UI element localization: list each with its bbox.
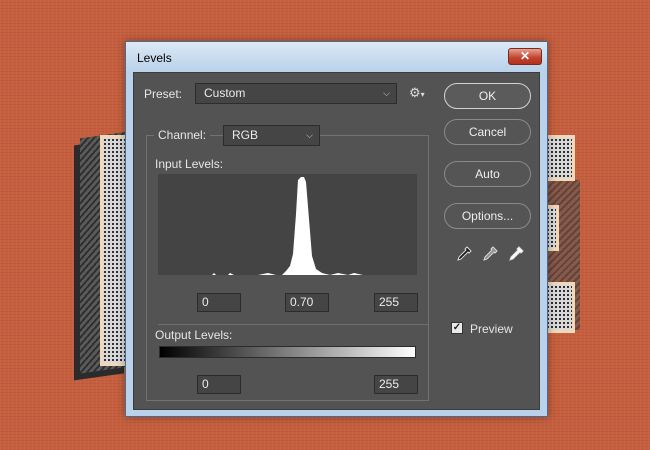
preset-label: Preset: [144,87,183,101]
close-button[interactable]: ✕ [508,48,542,65]
preview-checkbox[interactable]: ✓ [451,322,463,334]
divider [158,324,428,325]
output-white-field[interactable]: 255 [374,375,418,394]
preset-options-gear-icon[interactable]: ⚙▾ [409,85,425,101]
auto-button[interactable]: Auto [444,161,531,187]
channel-label: Channel: [154,128,211,142]
output-levels-label: Output Levels: [155,328,233,342]
window-title: Levels [137,51,172,65]
title-bar[interactable]: Levels ✕ [126,42,547,72]
output-black-field[interactable]: 0 [197,375,241,394]
output-gradient-bar [159,346,416,358]
input-black-field[interactable]: 0 [197,293,241,312]
dialog-body: Preset: Custom ⌵ ⚙▾ Channel: RGB ⌵ Input… [133,72,540,410]
close-icon: ✕ [519,49,531,63]
input-white-field[interactable]: 255 [374,293,418,312]
chevron-down-icon: ⌵ [383,88,390,98]
background-letter-face-top [546,135,575,181]
preview-label: Preview [470,322,513,336]
histogram [158,174,417,275]
input-levels-label: Input Levels: [155,157,224,171]
options-button[interactable]: Options... [444,203,531,229]
black-point-eyedropper-icon[interactable] [456,246,472,262]
gray-point-eyedropper-icon[interactable] [482,246,498,262]
preset-dropdown[interactable]: Custom ⌵ [195,83,397,104]
histogram-graph [158,177,417,275]
levels-dialog: Levels ✕ Preset: Custom ⌵ ⚙▾ Channel: RG… [125,41,548,417]
preset-value: Custom [204,86,246,100]
white-point-eyedropper-icon[interactable] [508,246,524,262]
background-letter-face-bottom [546,282,575,333]
ok-button[interactable]: OK [444,83,531,109]
chevron-down-icon: ⌵ [306,130,313,140]
channel-value: RGB [232,128,259,142]
channel-dropdown[interactable]: RGB ⌵ [223,125,320,146]
cancel-button[interactable]: Cancel [444,119,531,145]
input-gamma-field[interactable]: 0.70 [285,293,329,312]
